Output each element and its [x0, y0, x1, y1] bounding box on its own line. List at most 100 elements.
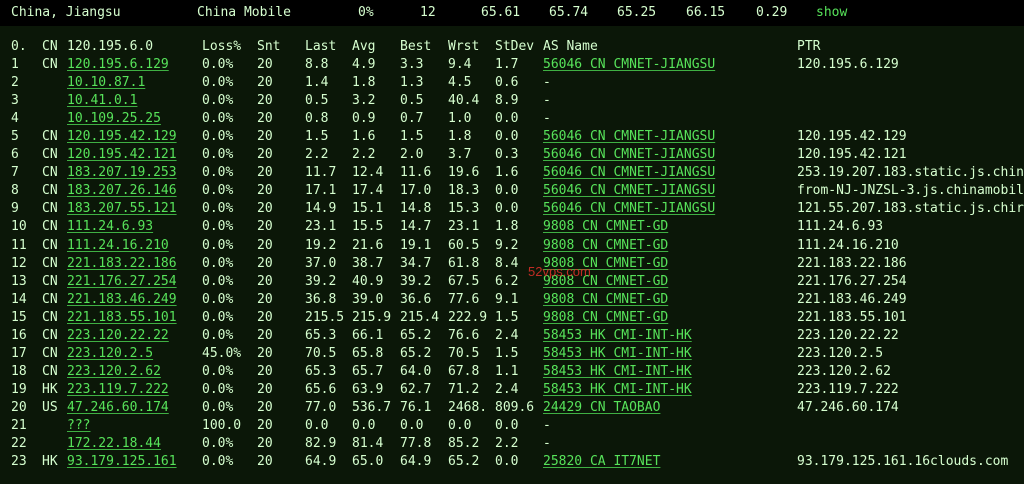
- table-row: 11 CN 111.24.16.210 0.0% 20 19.2 21.6 19.1 60.5 9…: [0, 237, 1024, 255]
- cell-host[interactable]: 221.183.55.101: [67, 309, 177, 327]
- cell-wrst: 1.8: [448, 129, 472, 145]
- cell-snt: 20: [257, 273, 273, 289]
- cell-best: 77.8: [400, 436, 432, 452]
- cell-wrst: 18.3: [448, 183, 480, 199]
- cell-snt: 20: [257, 111, 273, 127]
- cell-best: 1.5: [400, 129, 424, 145]
- cell-host[interactable]: 111.24.16.210: [67, 237, 169, 255]
- cell-cc: US: [42, 399, 58, 415]
- cell-host[interactable]: 10.41.0.1: [67, 92, 137, 110]
- cell-last: 65.3: [305, 327, 337, 343]
- cell-best: 64.0: [400, 363, 432, 379]
- cell-wrst: 9.4: [448, 57, 472, 72]
- cell-as[interactable]: 56046 CN CMNET-JIANGSU: [543, 182, 715, 200]
- cell-snt: 20: [257, 454, 273, 470]
- cell-as[interactable]: 9808 CN CMNET-GD: [543, 291, 668, 309]
- cell-best: 64.9: [400, 454, 432, 470]
- cell-as[interactable]: 56046 CN CMNET-JIANGSU: [543, 56, 715, 74]
- cell-cc: CN: [42, 345, 58, 361]
- cell-host[interactable]: 10.10.87.1: [67, 74, 145, 92]
- cell-as[interactable]: 58453 HK CMI-INT-HK: [543, 327, 692, 345]
- cell-host[interactable]: 120.195.42.121: [67, 146, 177, 164]
- header-host: 120.195.6.0: [67, 39, 154, 54]
- cell-ptr: 121.55.207.183.static.js.chir: [797, 201, 1024, 217]
- cell-loss: 0.0%: [202, 237, 234, 253]
- cell-host[interactable]: 93.179.125.161: [67, 453, 177, 471]
- cell-host[interactable]: 223.120.2.5: [67, 345, 153, 363]
- cell-wrst: 67.5: [448, 273, 480, 289]
- cell-loss: 0.0%: [202, 273, 234, 289]
- cell-best: 76.1: [400, 399, 432, 415]
- mtr-results-panel: 0. CN 120.195.6.0 Loss% Snt Last Avg Bes…: [0, 26, 1024, 484]
- show-link[interactable]: show: [816, 4, 847, 22]
- cell-host[interactable]: 223.120.22.22: [67, 327, 169, 345]
- cell-avg: 17.4: [352, 183, 384, 199]
- cell-as[interactable]: 25820 CA IT7NET: [543, 453, 660, 471]
- cell-snt: 20: [257, 363, 273, 379]
- cell-snt: 20: [257, 291, 273, 307]
- cell-host[interactable]: 172.22.18.44: [67, 435, 161, 453]
- cell-host[interactable]: 223.120.2.62: [67, 363, 161, 381]
- cell-last: 77.0: [305, 399, 337, 415]
- cell-host[interactable]: 223.119.7.222: [67, 381, 169, 399]
- cell-as[interactable]: 56046 CN CMNET-JIANGSU: [543, 128, 715, 146]
- cell-stdev: 6.2: [495, 273, 519, 289]
- cell-avg: 65.8: [352, 345, 384, 361]
- cell-host[interactable]: 183.207.26.146: [67, 182, 177, 200]
- cell-host[interactable]: 221.176.27.254: [67, 273, 177, 291]
- cell-cc: CN: [42, 273, 58, 289]
- cell-snt: 20: [257, 381, 273, 397]
- table-row: 10 CN 111.24.6.93 0.0% 20 23.1 15.5 14.7 23.1 1.8…: [0, 218, 1024, 236]
- cell-host[interactable]: 221.183.22.186: [67, 255, 177, 273]
- cell-host[interactable]: 10.109.25.25: [67, 110, 161, 128]
- cell-as: -: [543, 436, 551, 452]
- cell-host[interactable]: 183.207.19.253: [67, 164, 177, 182]
- cell-host[interactable]: 111.24.6.93: [67, 218, 153, 236]
- table-row: 13 CN 221.176.27.254 0.0% 20 39.2 40.9 39.2 67.5…: [0, 273, 1024, 291]
- cell-last: 14.9: [305, 201, 337, 217]
- cell-cc: CN: [42, 57, 58, 72]
- cell-ptr: 223.120.2.5: [797, 345, 884, 361]
- cell-snt: 20: [257, 345, 273, 361]
- cell-as[interactable]: 56046 CN CMNET-JIANGSU: [543, 200, 715, 218]
- cell-as[interactable]: 58453 HK CMI-INT-HK: [543, 345, 692, 363]
- cell-stdev: 8.9: [495, 93, 519, 109]
- cell-stdev: 8.4: [495, 255, 519, 271]
- cell-host[interactable]: 120.195.42.129: [67, 128, 177, 146]
- cell-as[interactable]: 56046 CN CMNET-JIANGSU: [543, 146, 715, 164]
- cell-as[interactable]: 9808 CN CMNET-GD: [543, 218, 668, 236]
- cell-ptr: 223.120.22.22: [797, 327, 899, 343]
- cell-stdev: 1.8: [495, 219, 519, 235]
- cell-snt: 20: [257, 399, 273, 415]
- cell-best: 62.7: [400, 381, 432, 397]
- cell-snt: 20: [257, 255, 273, 271]
- cell-stdev: 0.0: [495, 201, 519, 217]
- cell-host[interactable]: 183.207.55.121: [67, 200, 177, 218]
- cell-hop: 19: [11, 381, 27, 397]
- cell-wrst: 70.5: [448, 345, 480, 361]
- cell-host[interactable]: 221.183.46.249: [67, 291, 177, 309]
- cell-host[interactable]: 120.195.6.129: [67, 56, 169, 74]
- cell-hop: 16: [11, 327, 27, 343]
- cell-loss: 0.0%: [202, 309, 234, 325]
- cell-as[interactable]: 9808 CN CMNET-GD: [543, 237, 668, 255]
- cell-host[interactable]: 47.246.60.174: [67, 399, 169, 417]
- cell-as[interactable]: 58453 HK CMI-INT-HK: [543, 381, 692, 399]
- cell-best: 3.3: [400, 57, 424, 72]
- cell-best: 36.6: [400, 291, 432, 307]
- cell-as[interactable]: 56046 CN CMNET-JIANGSU: [543, 164, 715, 182]
- cell-stdev: 9.1: [495, 291, 519, 307]
- cell-last: 64.9: [305, 454, 337, 470]
- cell-as[interactable]: 24429 CN TAOBAO: [543, 399, 660, 417]
- cell-as[interactable]: 58453 HK CMI-INT-HK: [543, 363, 692, 381]
- cell-stdev: 2.4: [495, 327, 519, 343]
- cell-as[interactable]: 9808 CN CMNET-GD: [543, 309, 668, 327]
- cell-avg: 15.1: [352, 201, 384, 217]
- cell-best: 14.7: [400, 219, 432, 235]
- header-wrst: Wrst: [448, 39, 480, 54]
- cell-host[interactable]: ???: [67, 417, 90, 435]
- cell-hop: 13: [11, 273, 27, 289]
- cell-loss: 0.0%: [202, 327, 234, 343]
- table-row: 15 CN 221.183.55.101 0.0% 20 215.5 215.9 215.4 2…: [0, 309, 1024, 327]
- cell-last: 36.8: [305, 291, 337, 307]
